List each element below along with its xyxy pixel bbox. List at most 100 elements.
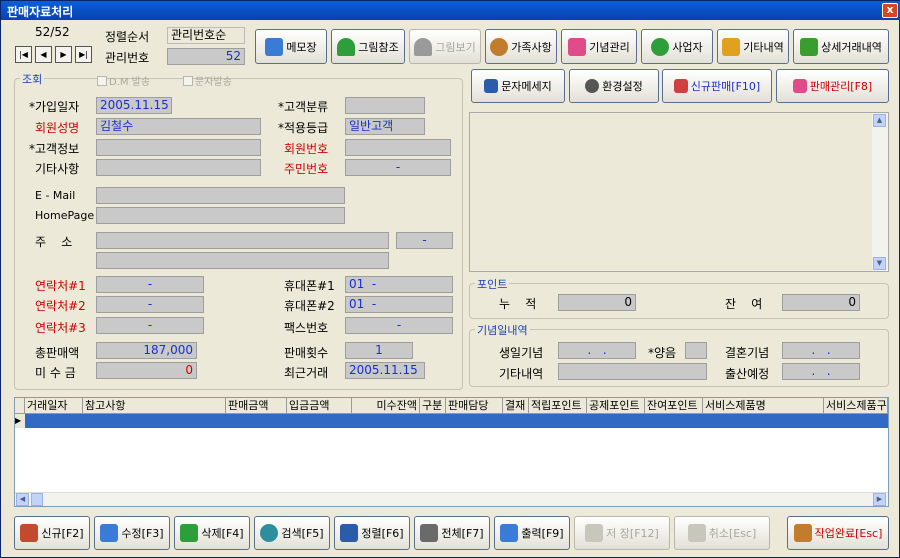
memo-scrollbar[interactable]: ▲ ▼ — [872, 113, 888, 271]
cancel-button[interactable]: 취소[Esc] — [674, 516, 770, 550]
family-button[interactable]: 가족사항 — [485, 29, 557, 64]
col-header[interactable]: 결재 — [503, 398, 529, 414]
finish-button[interactable]: 작업완료[Esc] — [787, 516, 889, 550]
sms-button[interactable]: 문자메세지 — [471, 69, 565, 103]
business-button[interactable]: 사업자 — [641, 29, 713, 64]
anniv-etc-field[interactable] — [558, 363, 707, 380]
col-header[interactable]: 서비스제품구 — [824, 398, 888, 414]
member-no-field[interactable] — [345, 139, 451, 156]
sms-checkbox[interactable]: 문자발송 — [183, 73, 232, 88]
scroll-up-icon[interactable]: ▲ — [873, 114, 886, 127]
search-button[interactable]: 검색[F5] — [254, 516, 330, 550]
last-field[interactable]: 2005.11.15 — [345, 362, 425, 379]
anniv-manage-button[interactable]: 기념관리 — [561, 29, 637, 64]
next-record-button[interactable]: ▶ — [55, 46, 72, 63]
other-history-button[interactable]: 기타내역 — [717, 29, 789, 64]
sale-manage-icon — [792, 79, 807, 93]
contact3-field[interactable]: - — [96, 317, 204, 334]
lunar-field[interactable] — [685, 342, 707, 359]
edit-icon — [100, 524, 119, 542]
col-header[interactable]: 거래일자 — [25, 398, 83, 414]
col-header[interactable]: 참고사항 — [83, 398, 226, 414]
col-header[interactable]: 서비스제품명 — [703, 398, 824, 414]
col-header[interactable]: 잔여포인트 — [645, 398, 703, 414]
rrn-field[interactable]: - — [345, 159, 451, 176]
all-button[interactable]: 전체[F7] — [414, 516, 490, 550]
scroll-right-icon[interactable]: ▶ — [873, 493, 886, 506]
homepage-field[interactable] — [96, 207, 345, 224]
col-header[interactable]: 미수잔액 — [352, 398, 420, 414]
grid-hscrollbar[interactable]: ◀ ▶ — [15, 492, 888, 506]
settings-button[interactable]: 환경설정 — [569, 69, 659, 103]
sort-select[interactable]: 관리번호순 — [167, 27, 245, 44]
address-field-1[interactable] — [96, 232, 389, 249]
col-header[interactable]: 판매금액 — [226, 398, 287, 414]
new-sale-icon — [673, 79, 688, 93]
scroll-down-icon[interactable]: ▼ — [873, 257, 886, 270]
col-header[interactable]: 공제포인트 — [587, 398, 645, 414]
info-field[interactable] — [96, 139, 261, 156]
email-field[interactable] — [96, 187, 345, 204]
delete-icon — [180, 524, 199, 542]
sales-grid[interactable]: 거래일자 참고사항 판매금액 입금금액 미수잔액 구분 판매담당 결재 적립포인… — [14, 397, 889, 507]
col-header[interactable]: 구분 — [420, 398, 446, 414]
mobile1-field[interactable]: 01 - — [345, 276, 453, 293]
detail-trade-button[interactable]: 상세거래내역 — [793, 29, 889, 64]
table-row[interactable] — [15, 414, 888, 428]
wedding-field[interactable]: . . — [782, 342, 860, 359]
dm-checkbox[interactable]: D.M 발송 — [97, 73, 150, 88]
scroll-left-icon[interactable]: ◀ — [16, 493, 29, 506]
wedding-label: 결혼기념 — [725, 346, 770, 360]
balance-field[interactable]: 0 — [782, 294, 860, 311]
zip-field[interactable]: - — [396, 232, 453, 249]
birthday-field[interactable]: . . — [558, 342, 636, 359]
delete-button[interactable]: 삭제[F4] — [174, 516, 250, 550]
row-pointer-icon: ▶ — [15, 414, 25, 428]
print-button[interactable]: 출력[F9] — [494, 516, 570, 550]
close-button[interactable]: x — [882, 3, 898, 18]
etc-field[interactable] — [96, 159, 261, 176]
record-counter: 52/52 — [35, 25, 70, 39]
unpaid-field[interactable]: 0 — [96, 362, 197, 379]
accumulated-field[interactable]: 0 — [558, 294, 636, 311]
prev-record-button[interactable]: ◀ — [35, 46, 52, 63]
detail-icon — [800, 37, 819, 56]
memo-button[interactable]: 메모장 — [255, 29, 327, 64]
sort-button[interactable]: 정렬[F6] — [334, 516, 410, 550]
image-ref-button[interactable]: 그림참조 — [331, 29, 405, 64]
new-sale-button[interactable]: 신규판매[F10] — [662, 69, 772, 103]
anniv-etc-label: 기타내역 — [499, 367, 544, 381]
first-record-button[interactable]: |◀ — [15, 46, 32, 63]
total-field[interactable]: 187,000 — [96, 342, 197, 359]
contact2-label: 연락처#2 — [35, 299, 86, 313]
col-header[interactable]: 입금금액 — [287, 398, 352, 414]
contact2-field[interactable]: - — [96, 296, 204, 313]
id-field[interactable]: 52 — [167, 48, 245, 65]
col-header[interactable]: 판매담당 — [446, 398, 503, 414]
sale-manage-button[interactable]: 판매관리[F8] — [776, 69, 889, 103]
last-record-button[interactable]: ▶| — [75, 46, 92, 63]
save-icon — [585, 524, 604, 542]
contact1-field[interactable]: - — [96, 276, 204, 293]
count-field[interactable]: 1 — [345, 342, 413, 359]
memo-area[interactable]: ▲ ▼ — [469, 112, 889, 272]
join-date-field[interactable]: 2005.11.15 — [96, 97, 172, 114]
class-field[interactable] — [345, 97, 425, 114]
cancel-icon — [687, 524, 706, 542]
new-button[interactable]: 신규[F2] — [14, 516, 90, 550]
image-view-button[interactable]: 그림보기 — [409, 29, 481, 64]
scroll-thumb[interactable] — [31, 493, 43, 506]
save-button[interactable]: 저 장[F12] — [574, 516, 670, 550]
col-header[interactable]: 적립포인트 — [529, 398, 587, 414]
name-field[interactable]: 김철수 — [96, 118, 261, 135]
due-field[interactable]: . . — [782, 363, 860, 380]
grade-field[interactable]: 일반고객 — [345, 118, 425, 135]
count-label: 판매횟수 — [284, 346, 329, 360]
lunar-label: *양음 — [648, 346, 677, 360]
mobile2-field[interactable]: 01 - — [345, 296, 453, 313]
address-field-2[interactable] — [96, 252, 389, 269]
fax-field[interactable]: - — [345, 317, 453, 334]
edit-button[interactable]: 수정[F3] — [94, 516, 170, 550]
grid-header: 거래일자 참고사항 판매금액 입금금액 미수잔액 구분 판매담당 결재 적립포인… — [15, 398, 888, 414]
homepage-label: HomePage — [35, 209, 95, 222]
